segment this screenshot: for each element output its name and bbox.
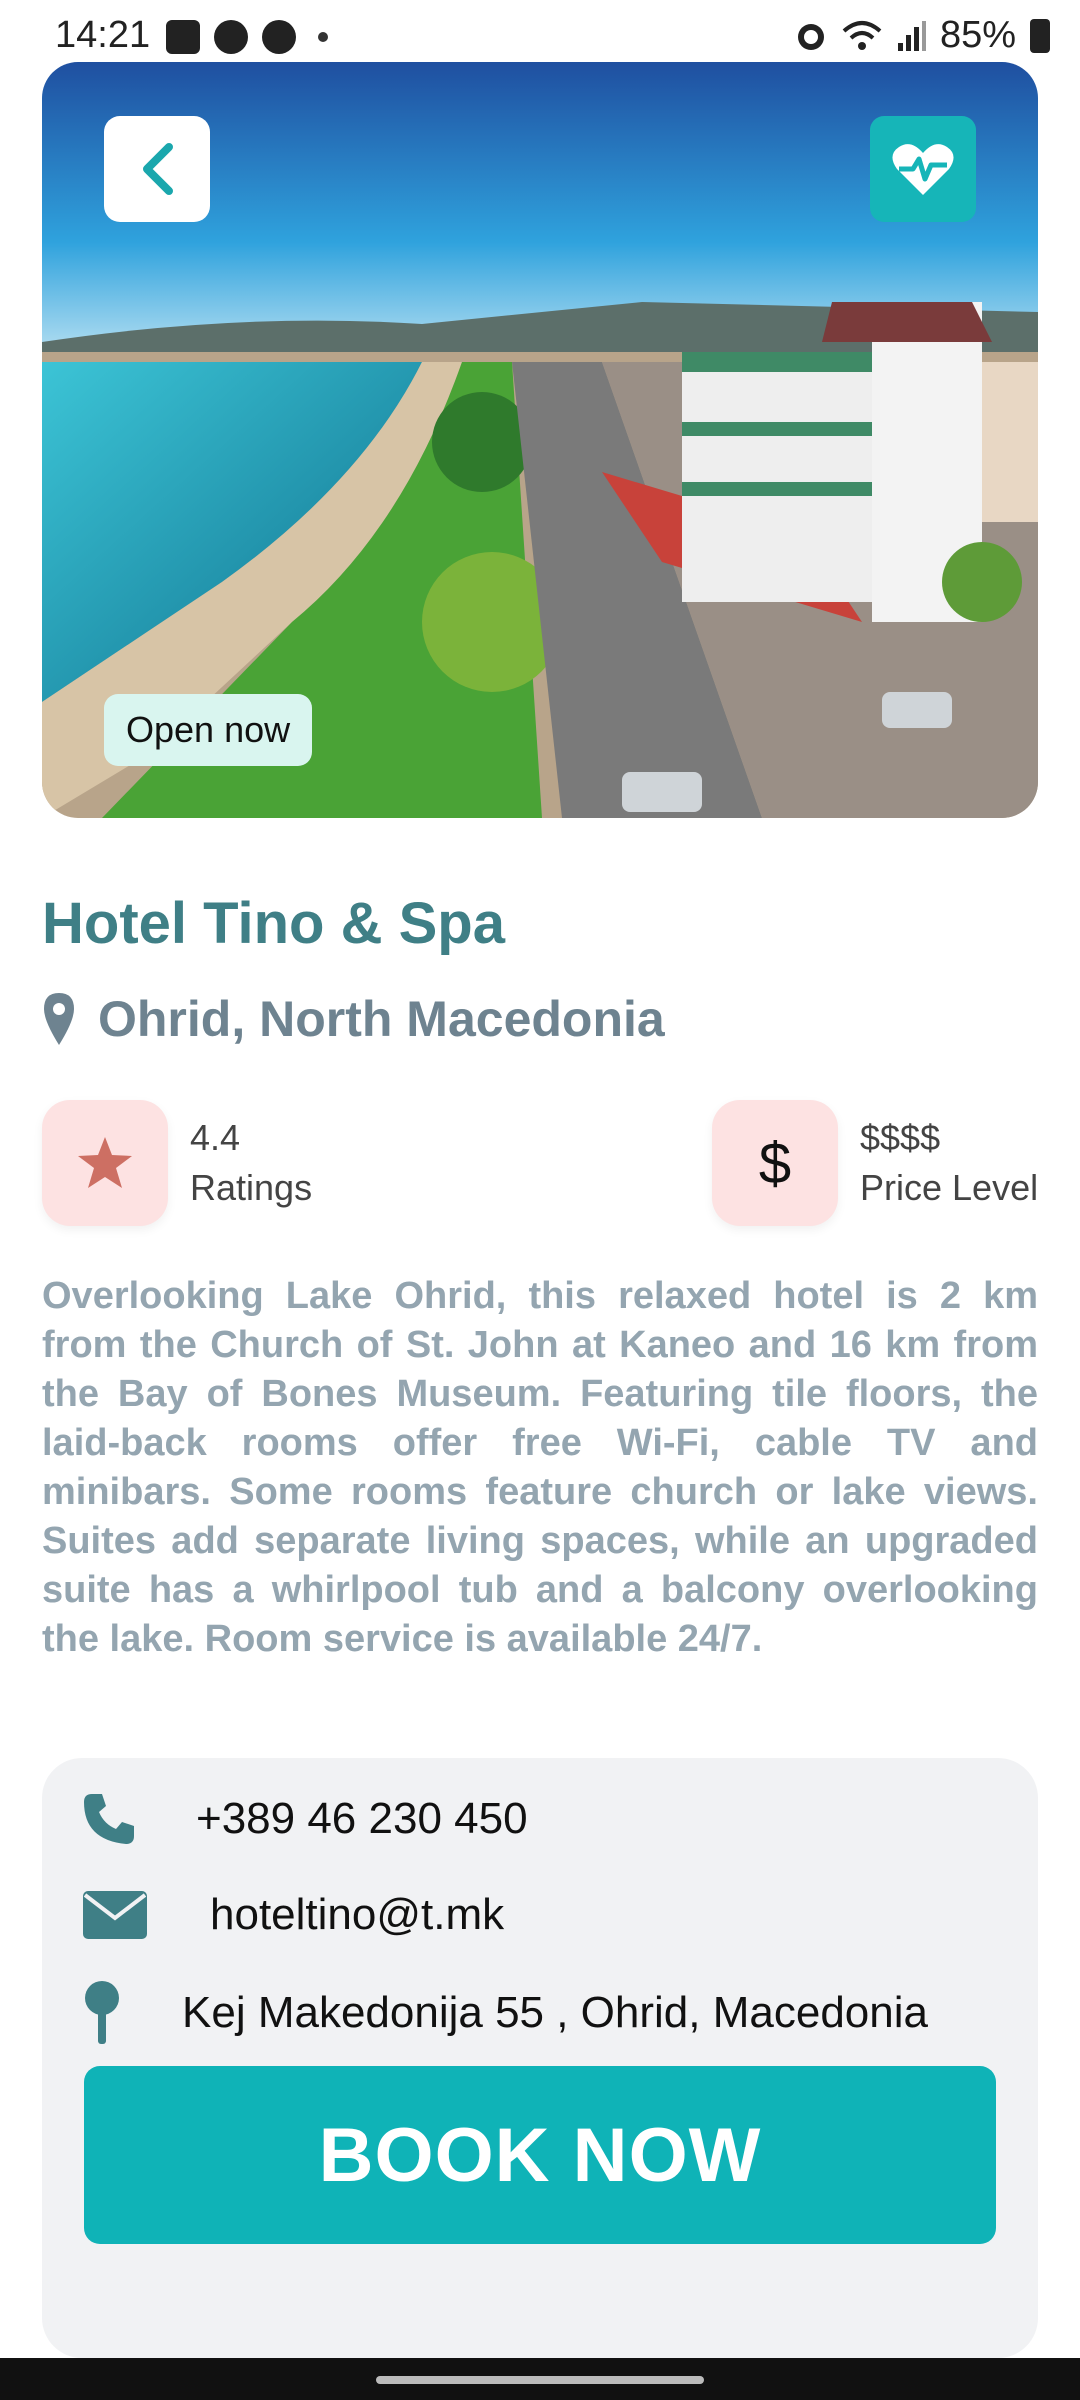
location-row: Ohrid, North Macedonia <box>42 990 665 1048</box>
back-button[interactable] <box>104 116 210 222</box>
hotel-description: Overlooking Lake Ohrid, this relaxed hot… <box>42 1275 1038 1660</box>
price-value: $$$$ <box>860 1117 941 1158</box>
dollar-icon: $ <box>758 1130 792 1196</box>
battery-percent: 85% <box>939 14 1016 56</box>
price-icon-box: $ <box>712 1100 838 1226</box>
phone-icon <box>84 1794 134 1844</box>
phone-number: +389 46 230 450 <box>196 1794 528 1843</box>
gallery-icon <box>166 20 200 54</box>
email-row[interactable]: hoteltino@t.mk <box>82 1890 504 1940</box>
notification-icons <box>166 20 328 54</box>
rating-value: 4.4 <box>190 1117 241 1158</box>
favorite-button[interactable] <box>870 116 976 222</box>
signal-icon <box>897 20 926 51</box>
price-text: $$$$ Price Level <box>860 1113 1038 1213</box>
system-icons: 85% <box>794 14 1050 57</box>
price-label: Price Level <box>860 1167 1039 1208</box>
email-address: hoteltino@t.mk <box>210 1890 505 1939</box>
open-now-badge: Open now <box>104 694 313 766</box>
rating-text: 4.4 Ratings <box>190 1113 312 1213</box>
price-stat: $ $$$$ Price Level <box>712 1100 1038 1226</box>
rating-stat: 4.4 Ratings <box>42 1100 312 1226</box>
status-time: 14:21 <box>55 14 151 56</box>
contact-card: +389 46 230 450 hoteltino@t.mk Kej Maked… <box>42 1758 1038 2358</box>
hotel-name: Hotel Tino & Spa <box>42 891 505 956</box>
rating-label: Ratings <box>190 1167 313 1208</box>
envelope-icon <box>83 1891 147 1939</box>
more-notifications-icon <box>318 32 328 42</box>
app-icon <box>214 20 248 54</box>
messenger-icon <box>262 20 296 54</box>
home-gesture-handle[interactable] <box>376 2376 704 2384</box>
chevron-left-icon <box>143 143 173 195</box>
alarm-icon <box>797 23 824 50</box>
system-nav-bar <box>0 2358 1080 2400</box>
star-icon <box>78 1137 132 1188</box>
book-now-button[interactable]: BOOK NOW <box>84 2066 996 2244</box>
street-address: Kej Makedonija 55 , Ohrid, Macedonia <box>182 1988 928 2037</box>
pushpin-icon <box>85 1981 119 2044</box>
hotel-photo: Open now <box>42 62 1038 818</box>
address-row[interactable]: Kej Makedonija 55 , Ohrid, Macedonia <box>82 1980 928 2046</box>
phone-row[interactable]: +389 46 230 450 <box>82 1792 528 1846</box>
wifi-icon <box>842 20 882 50</box>
battery-icon <box>1030 18 1050 53</box>
location-text: Ohrid, North Macedonia <box>98 991 665 1047</box>
rating-icon-box <box>42 1100 168 1226</box>
map-pin-icon <box>44 993 74 1045</box>
heart-pulse-icon <box>892 144 954 195</box>
